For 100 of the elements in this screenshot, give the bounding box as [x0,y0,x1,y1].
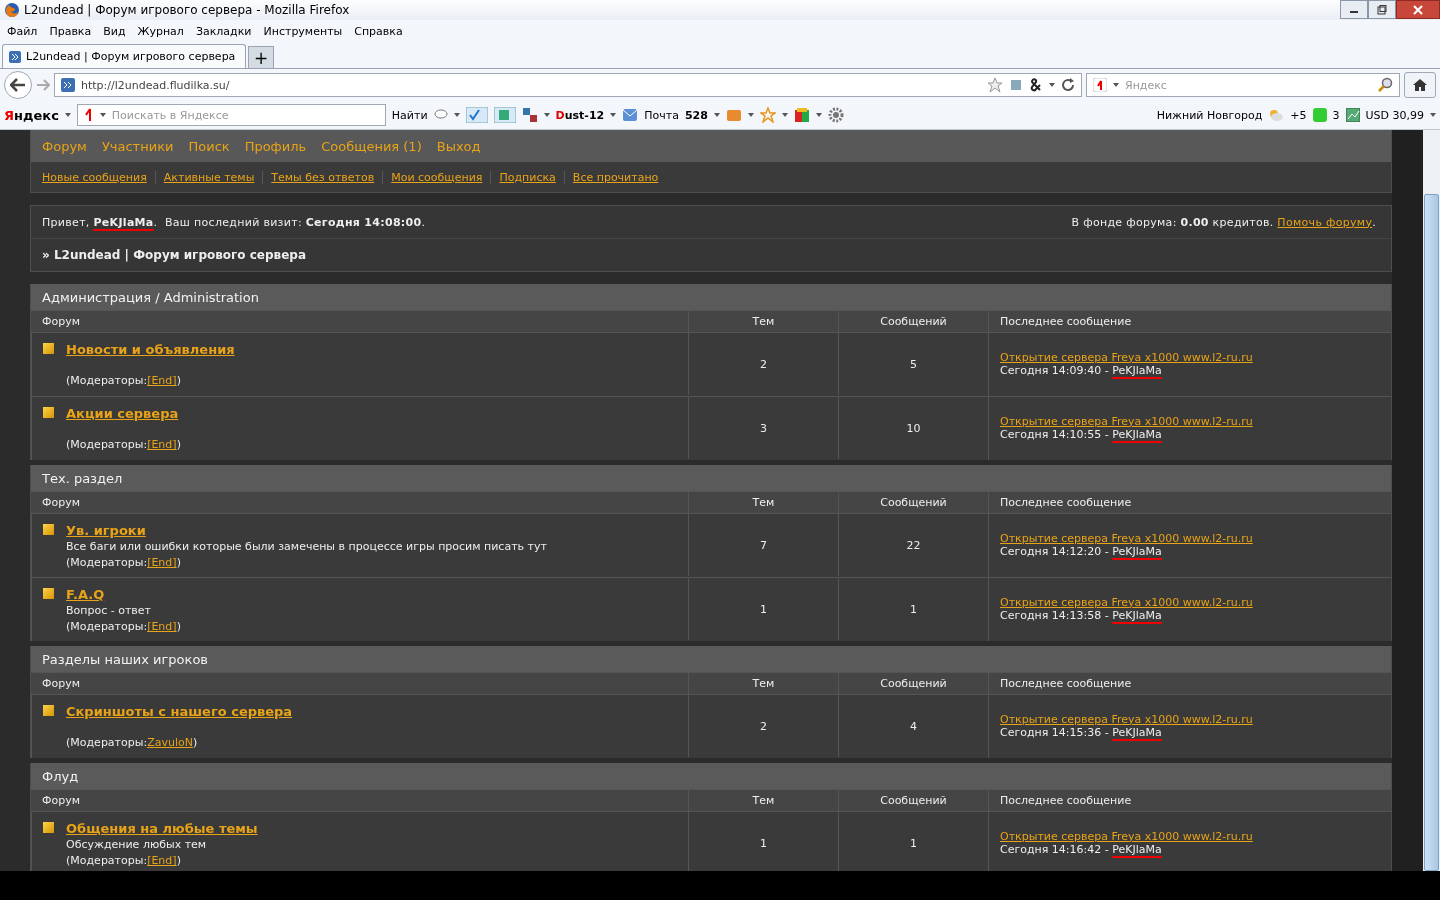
period-text: . [1372,215,1376,229]
dropdown-caret-icon[interactable] [610,113,617,117]
restore-button[interactable] [1368,0,1396,19]
author-name[interactable]: PeKJlaMa [1112,363,1162,379]
dropdown-caret-icon[interactable] [747,113,754,117]
nav-link[interactable]: Поиск [188,138,230,154]
last-post-time: Сегодня 14:15:36 - [1000,725,1110,741]
moderator-link[interactable]: [End] [147,619,177,635]
dropdown-caret-icon[interactable] [713,113,720,117]
moderator-link[interactable]: [End] [147,853,177,869]
author-name[interactable]: PeKJlaMa [1112,842,1162,858]
nav-link[interactable]: Темы без ответов [262,170,383,184]
author-name[interactable]: PeKJlaMa [1112,725,1162,741]
user-name[interactable]: Dust-12 [555,108,605,122]
last-post-link[interactable]: Открытие сервера Freya x1000 www.l2-ru.ru [1000,531,1253,545]
donate-link[interactable]: Помочь форуму [1277,215,1373,229]
dropdown-caret-icon[interactable] [815,113,822,117]
minimize-button[interactable] [1340,0,1368,19]
dropdown-caret-icon[interactable] [543,113,550,117]
ampersand-icon[interactable] [1029,78,1043,92]
menu-item[interactable]: Закладки [192,24,261,38]
parenthesis-text: ) [192,735,198,751]
nav-link[interactable]: Активные темы [154,170,263,184]
dropdown-caret-icon[interactable] [453,113,460,117]
speech-bubble-icon[interactable] [433,109,448,121]
chart-icon[interactable] [1345,108,1360,122]
dropdown-caret-icon[interactable] [1430,113,1436,117]
dropdown-caret-icon[interactable] [1113,83,1119,87]
address-field[interactable]: http://l2undead.fludilka.su/ [54,73,1082,97]
nav-link[interactable]: Подписка [490,170,564,184]
moderator-link[interactable]: [End] [147,437,177,453]
star-icon[interactable] [759,107,776,123]
breadcrumb[interactable]: » L2undead | Форум игрового сервера [31,239,1391,271]
moderator-link[interactable]: ZavuloN [147,735,193,751]
mail-label[interactable]: Почта [644,108,679,122]
nav-link[interactable]: Участники [101,138,174,154]
moderator-link[interactable]: [End] [147,373,177,389]
forum-link[interactable]: Новости и объявления [66,342,235,358]
last-post-link[interactable]: Открытие сервера Freya x1000 www.l2-ru.ru [1000,350,1253,364]
last-post-link[interactable]: Открытие сервера Freya x1000 www.l2-ru.ru [1000,595,1253,609]
forum-icon [43,822,54,833]
cube-icon[interactable] [793,107,810,123]
dropdown-caret-icon[interactable] [1049,83,1055,87]
menu-item[interactable]: Справка [351,24,412,38]
forum-link[interactable]: Общения на любые темы [66,821,258,837]
menu-item[interactable]: Правка [46,24,101,38]
back-button[interactable] [4,71,32,99]
nav-link[interactable]: Новые сообщения [42,170,155,184]
close-button[interactable] [1396,0,1440,19]
city-label[interactable]: Нижний Новгород [1156,108,1263,122]
forum-link[interactable]: Ув. игроки [66,523,547,539]
last-post-time: Сегодня 14:10:55 - [1000,427,1110,443]
last-post-link[interactable]: Открытие сервера Freya x1000 www.l2-ru.ru [1000,414,1253,428]
parenthesis-text: ) [176,555,181,571]
nav-link[interactable]: Мои сообщения [382,170,491,184]
author-name[interactable]: PeKJlaMa [1112,427,1162,443]
restore-icon [1377,4,1387,15]
forum-link[interactable]: F.A.Q [66,587,181,603]
forum-link[interactable]: Скриншоты с нашего сервера [66,704,293,720]
home-button[interactable] [1404,72,1436,98]
moderator-link[interactable]: [End] [147,555,177,571]
nav-link[interactable]: Сообщения (1) [321,138,422,154]
last-post-link[interactable]: Открытие сервера Freya x1000 www.l2-ru.ru [1000,712,1253,726]
forum-link[interactable]: Акции сервера [66,406,181,422]
browser-tab[interactable]: L2undead | Форум игрового сервера [2,44,246,68]
nav-link[interactable]: Форум [42,138,87,154]
menu-item[interactable]: Журнал [134,24,193,38]
yandex-logo[interactable]: Яндекс [4,107,59,123]
yandex-search-field[interactable]: Поискать в Яндексе [76,104,386,126]
yandex-icon [83,108,94,122]
new-tab-button[interactable]: + [248,46,274,68]
browser-search-field[interactable]: Яндекс [1086,73,1400,97]
last-post-link[interactable]: Открытие сервера Freya x1000 www.l2-ru.ru [1000,829,1253,843]
author-name[interactable]: PeKJlaMa [1112,608,1162,624]
greeting-text: Привет, PeKJlaMa. Ваш последний визит: Сегодня 14:08:00. [42,215,427,229]
site-icon [61,78,75,92]
topics-count: 2 [688,332,838,395]
settings-icon[interactable] [827,107,844,123]
search-icon[interactable] [1377,77,1393,93]
moderators-label: (Модераторы: [66,735,148,751]
scrollbar-thumb[interactable] [1424,194,1439,871]
nav-link[interactable]: Все прочитано [563,170,667,184]
menu-item[interactable]: Вид [100,24,135,38]
dropdown-caret-icon[interactable] [781,113,788,117]
find-button[interactable]: Найти [391,108,428,122]
moderators-label: (Модераторы: [66,373,148,389]
category-title: Администрация / Administration [31,284,1391,310]
menu-item[interactable]: Инструменты [260,24,352,38]
bookmark-star-icon[interactable] [987,77,1003,93]
nav-link[interactable]: Выход [436,138,481,154]
nav-link[interactable]: Профиль [244,138,307,154]
reload-icon[interactable] [1061,78,1075,92]
moderators-label: (Модераторы: [66,437,148,453]
dropdown-caret-icon[interactable] [99,113,106,117]
menu-item[interactable]: Файл [4,24,47,38]
dropdown-caret-icon[interactable] [64,113,71,117]
mail-icon[interactable] [622,108,639,122]
spellcheck-icon[interactable] [465,107,488,123]
author-name[interactable]: PeKJlaMa [1112,544,1162,560]
scrollbar[interactable] [1423,130,1440,871]
